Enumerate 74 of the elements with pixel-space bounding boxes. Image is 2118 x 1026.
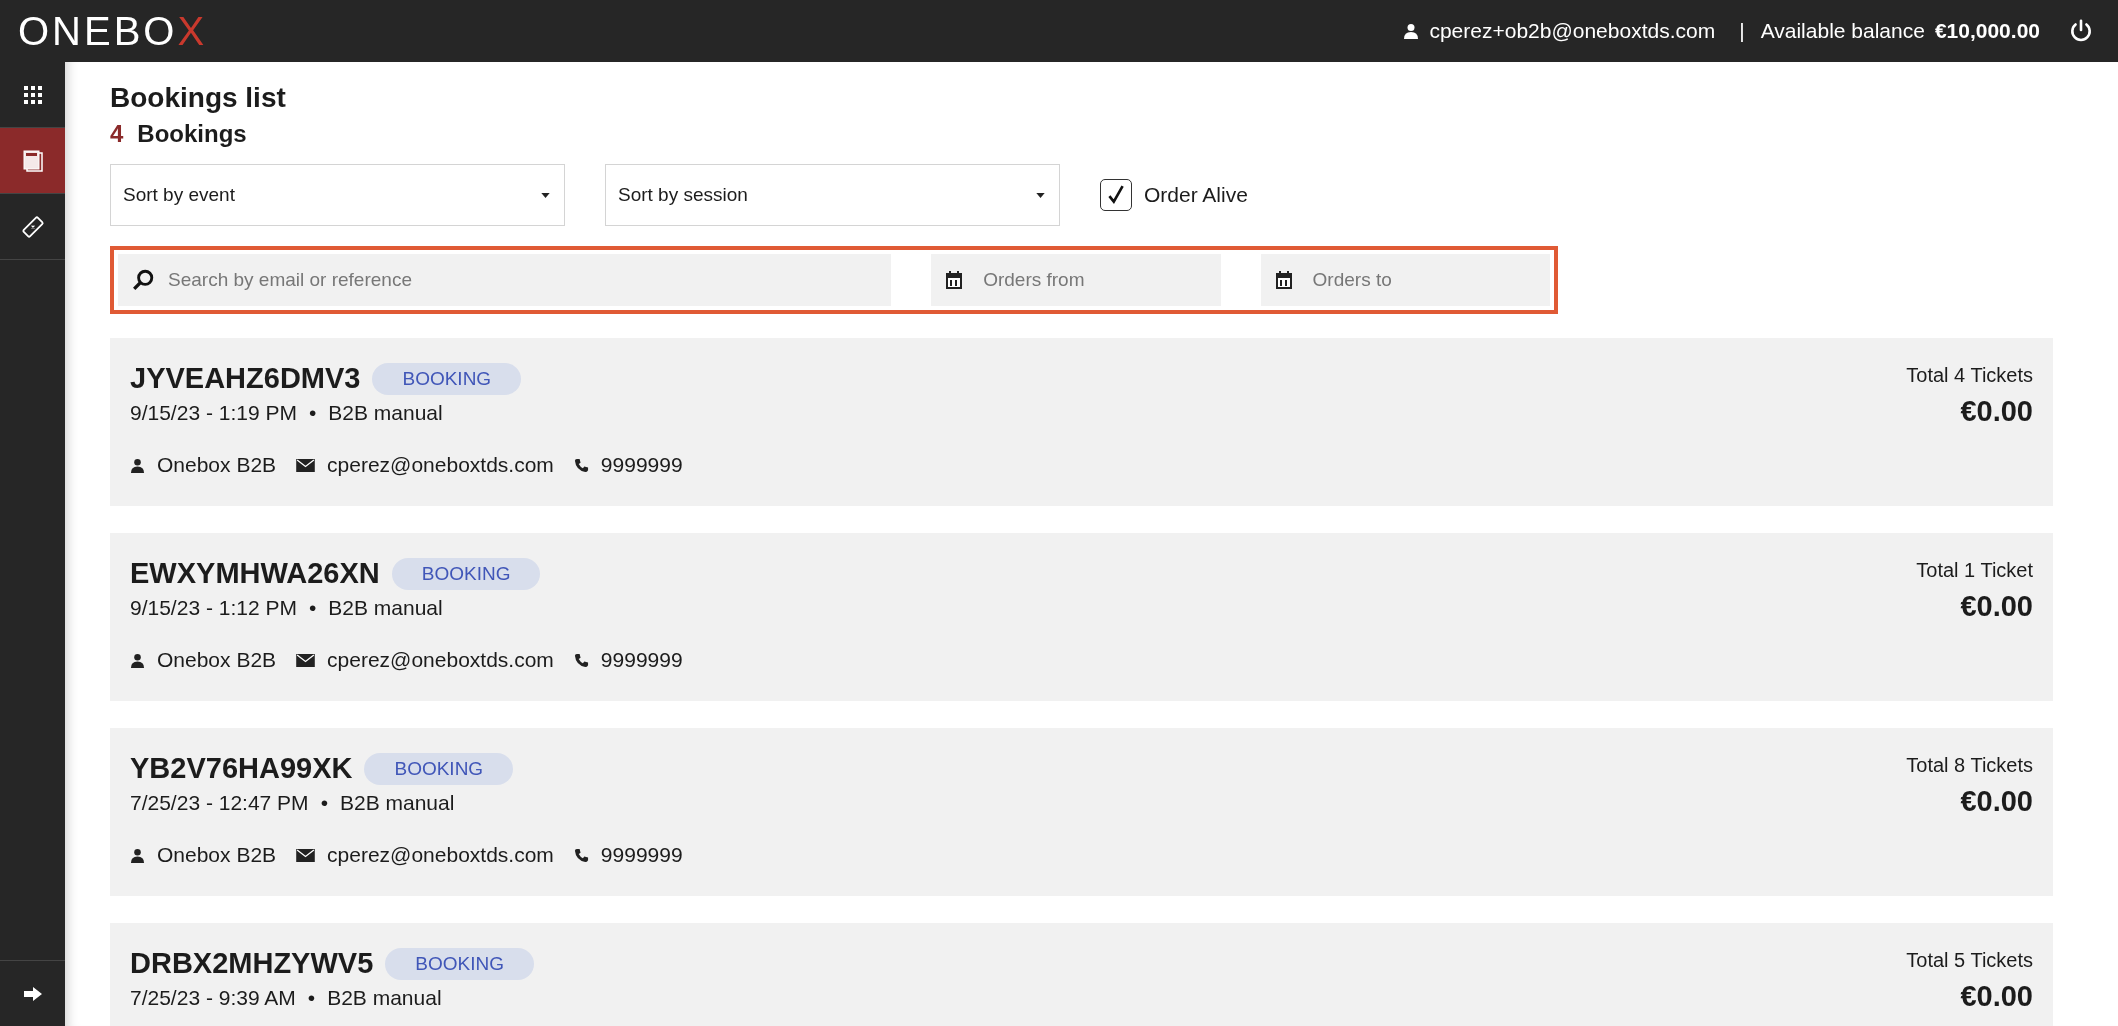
page-title: Bookings list [110, 82, 287, 114]
sidebar-item[interactable] [0, 128, 65, 194]
status-tag: BOOKING [391, 557, 541, 590]
separator: | [1739, 19, 1745, 43]
customer-phone: 9999999 [600, 648, 683, 672]
booking-date: 7/25/23 - 12:47 PM [130, 791, 309, 815]
booking-card[interactable]: EWXYMHWA26XN BOOKING 9/15/23 - 1:12 PM • B2B manual Onebox B2B cperez@oneboxtds.com 9999999 Total 1 Ticket €0.00 [110, 533, 2053, 701]
booking-amount: €0.00 [1960, 785, 2033, 818]
booking-reference: JYVEAHZ6DMV3 [130, 362, 361, 395]
caret-icon [1036, 192, 1045, 198]
booking-amount: €0.00 [1960, 395, 2033, 428]
booking-card[interactable]: YB2V76HA99XK BOOKING 7/25/23 - 12:47 PM • B2B manual Onebox B2B cperez@oneboxtds.com 9999999 Total 8 Tickets €0.00 [110, 728, 2053, 896]
arrow-right-icon [22, 985, 43, 1002]
booking-amount: €0.00 [1960, 980, 2033, 1013]
customer-name: Onebox B2B [157, 648, 277, 672]
status-tag: BOOKING [372, 362, 522, 395]
order-alive-label: Order Alive [1144, 183, 1248, 207]
status-tag: BOOKING [385, 947, 534, 980]
ticket-total: Total 4 Tickets [1906, 364, 2033, 387]
user-email: cperez+ob2b@oneboxtds.com [1429, 19, 1716, 43]
bullet: • [308, 596, 317, 620]
customer-email: cperez@oneboxtds.com [327, 648, 554, 672]
book-icon [22, 149, 43, 172]
booking-date: 7/25/23 - 9:39 AM [130, 986, 296, 1010]
booking-date: 9/15/23 - 1:19 PM [130, 401, 297, 425]
user-icon [130, 652, 145, 668]
balance-value: €10,000.00 [1934, 19, 2040, 43]
orders-from-field[interactable]: Orders from [931, 254, 1221, 306]
ticket-total: Total 8 Tickets [1906, 754, 2033, 777]
caret-icon [541, 192, 550, 198]
booking-card[interactable]: JYVEAHZ6DMV3 BOOKING 9/15/23 - 1:19 PM • B2B manual Onebox B2B cperez@oneboxtds.com 9999999 Total 4 Tickets €0.00 [110, 338, 2053, 506]
booking-channel: B2B manual [328, 596, 443, 620]
customer-phone: 9999999 [600, 843, 683, 867]
bookings-count: 4 [110, 120, 124, 148]
event-dropdown[interactable]: Sort by event [110, 164, 565, 226]
status-tag: BOOKING [364, 752, 514, 785]
ticket-icon [20, 214, 45, 239]
booking-channel: B2B manual [327, 986, 442, 1010]
booking-reference: EWXYMHWA26XN [130, 557, 380, 590]
search-field[interactable]: Search by email or reference [118, 254, 892, 306]
bookings-count-label: Bookings [137, 120, 247, 148]
bullet: • [308, 401, 317, 425]
logo: ONEBOX [18, 11, 208, 51]
user-icon [130, 847, 145, 863]
booking-channel: B2B manual [328, 401, 443, 425]
power-icon[interactable] [2068, 18, 2094, 44]
booking-amount: €0.00 [1960, 590, 2033, 623]
booking-card[interactable]: DRBX2MHZYWV5 BOOKING 7/25/23 - 9:39 AM • B2B manual Total 5 Tickets €0.00 [110, 923, 2053, 1026]
booking-channel: B2B manual [340, 791, 455, 815]
bullet: • [320, 791, 328, 815]
envelope-icon [296, 848, 316, 862]
booking-reference: DRBX2MHZYWV5 [130, 947, 374, 980]
booking-date: 9/15/23 - 1:12 PM [130, 596, 297, 620]
grid-icon [22, 84, 43, 105]
customer-email: cperez@oneboxtds.com [327, 453, 554, 477]
order-alive-checkbox[interactable] [1100, 179, 1132, 211]
customer-email: cperez@oneboxtds.com [327, 843, 554, 867]
customer-phone: 9999999 [600, 453, 683, 477]
orders-to-field[interactable]: Orders to [1260, 254, 1550, 306]
customer-name: Onebox B2B [157, 453, 277, 477]
envelope-icon [296, 653, 316, 667]
phone-icon [573, 847, 589, 863]
user-icon [130, 457, 145, 473]
bullet: • [307, 986, 316, 1010]
envelope-icon [296, 458, 316, 472]
customer-name: Onebox B2B [157, 843, 277, 867]
booking-reference: YB2V76HA99XK [130, 752, 353, 785]
balance-label: Available balance [1760, 19, 1925, 43]
session-dropdown[interactable]: Sort by session [605, 164, 1060, 226]
ticket-total: Total 1 Ticket [1916, 559, 2033, 582]
phone-icon [573, 652, 589, 668]
user-icon [1403, 23, 1420, 39]
phone-icon [573, 457, 589, 473]
ticket-total: Total 5 Tickets [1906, 949, 2033, 972]
